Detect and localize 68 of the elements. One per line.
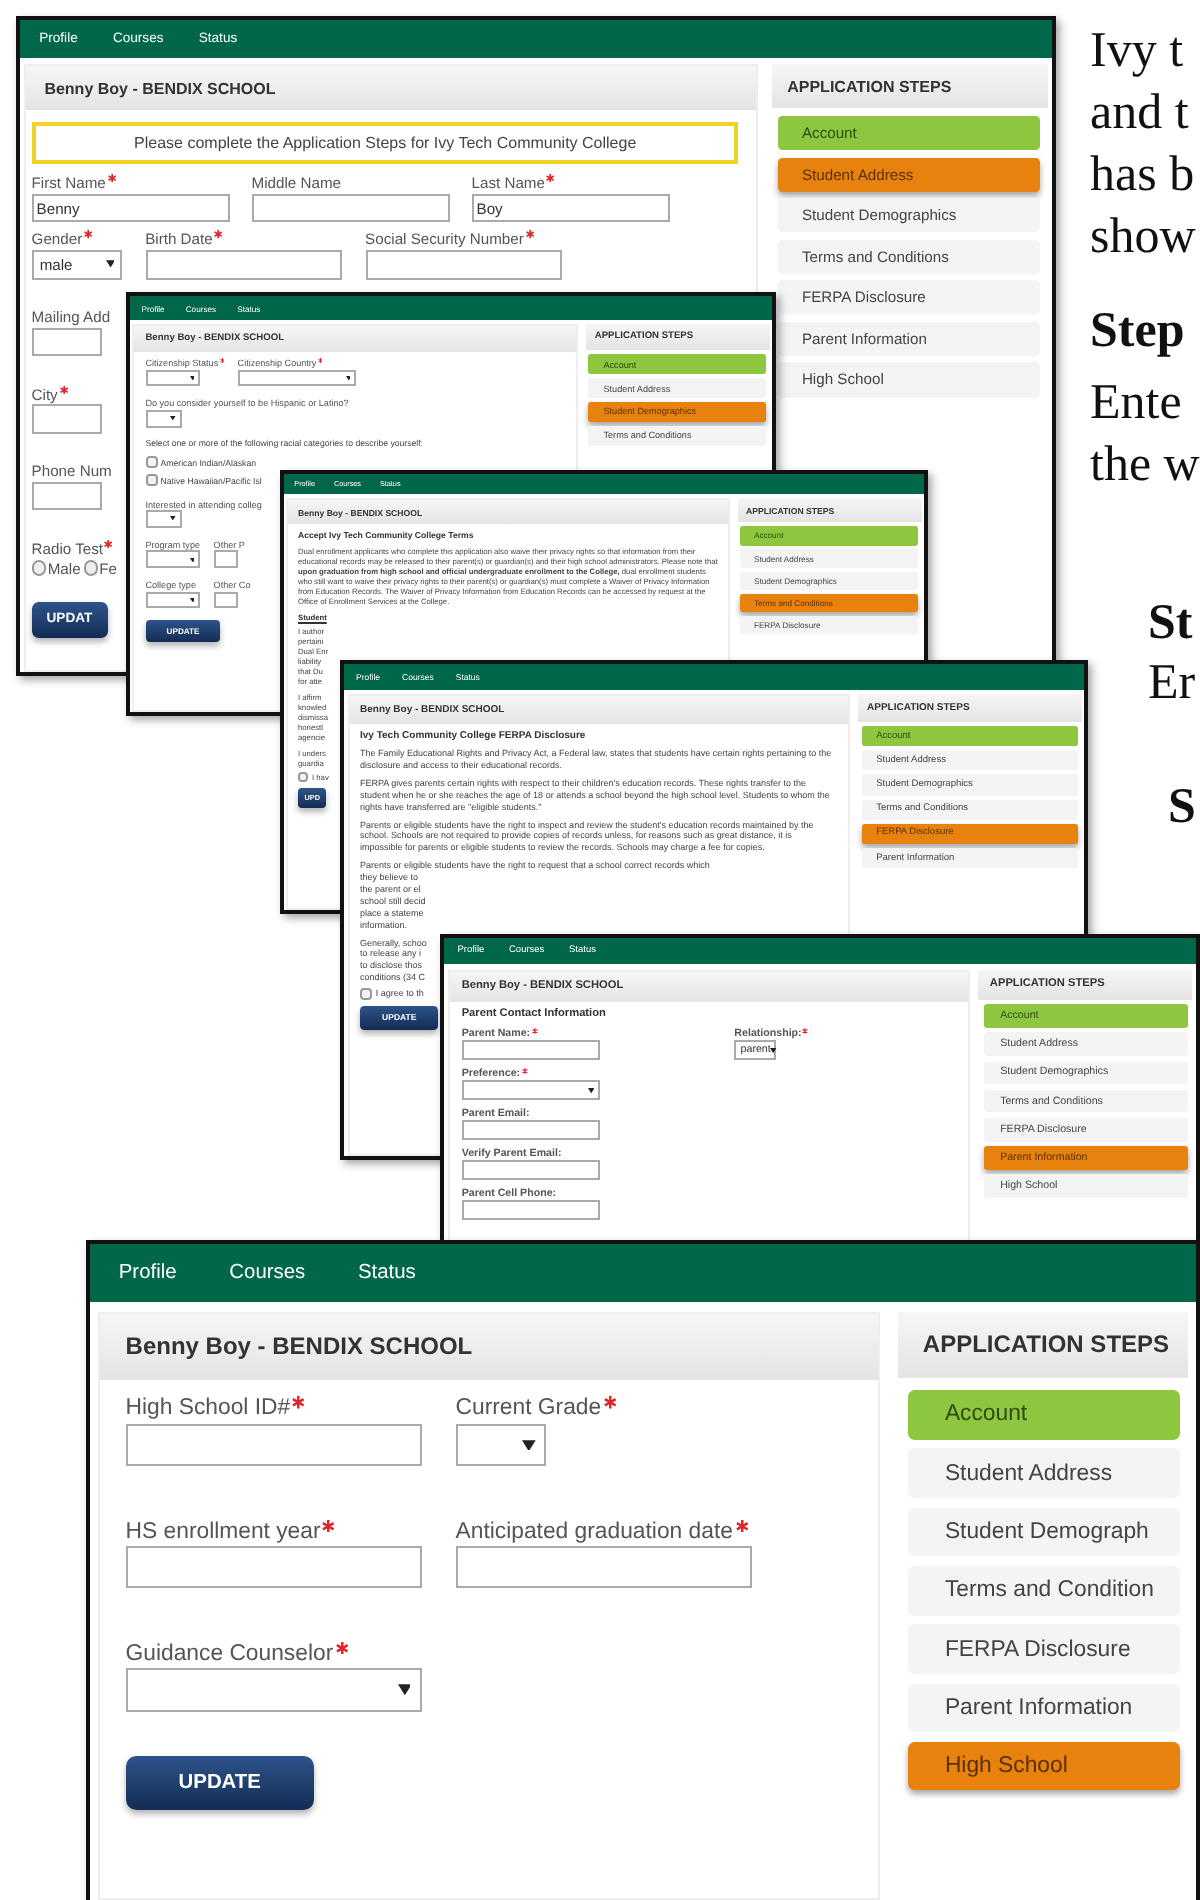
panel-title: APPLICATION STEPS	[771, 64, 1048, 108]
update-button[interactable]: UPDATE	[125, 1756, 314, 1811]
nav-link[interactable]: Profile	[118, 1262, 177, 1284]
field-label: Guidance Counselor	[125, 1641, 334, 1666]
step-item[interactable]: Terms and Condition	[908, 1565, 1180, 1615]
dropdown[interactable]	[237, 369, 357, 387]
panel-title: APPLICATION STEPS	[898, 1311, 1189, 1378]
document-text: Er	[1148, 654, 1196, 714]
document-text: Ente the w	[1090, 374, 1200, 496]
dropdown[interactable]	[455, 1423, 547, 1467]
dropdown[interactable]	[125, 1668, 422, 1712]
caret-icon	[189, 597, 195, 603]
caret-icon	[189, 557, 195, 562]
caret-icon	[189, 375, 195, 381]
caret-icon	[105, 260, 115, 269]
notice-banner: Please complete the Application Steps for Ivy Tech Community College	[31, 121, 739, 164]
text-field[interactable]	[455, 1545, 752, 1589]
step-item[interactable]: Parent Information	[908, 1683, 1180, 1733]
field-label: High School ID#	[125, 1396, 291, 1421]
radio-button[interactable]	[83, 560, 99, 577]
field-label: Anticipated graduation date	[455, 1519, 733, 1544]
text-field[interactable]	[125, 1423, 422, 1467]
document-heading: S	[1168, 778, 1196, 838]
panel-title: Benny Boy - BENDIX SCHOOL	[26, 66, 757, 110]
checkbox[interactable]	[145, 474, 158, 487]
checkbox[interactable]	[360, 987, 373, 1000]
text-field[interactable]	[145, 250, 343, 280]
step-item[interactable]: Student Demograph	[908, 1507, 1180, 1557]
caret-icon	[587, 1088, 594, 1094]
text-field[interactable]	[461, 1120, 600, 1141]
document-heading: Step	[1090, 302, 1185, 362]
step-item[interactable]: High School	[908, 1741, 1180, 1791]
text-field[interactable]	[31, 482, 102, 511]
panel-title: Benny Boy - BENDIX SCHOOL	[99, 1313, 878, 1380]
caret-icon	[770, 1048, 778, 1054]
caret-icon	[521, 1439, 536, 1451]
checkbox[interactable]	[298, 771, 309, 783]
text-field[interactable]	[31, 404, 102, 434]
text-field[interactable]	[125, 1545, 422, 1589]
dropdown[interactable]	[145, 369, 201, 387]
text-field[interactable]	[213, 591, 238, 609]
step-item[interactable]: FERPA Disclosure	[908, 1624, 1180, 1674]
caret-icon	[170, 416, 177, 421]
dropdown[interactable]	[461, 1080, 600, 1101]
nav-link[interactable]: Courses	[229, 1262, 306, 1284]
field-label: Current Grade	[455, 1396, 602, 1421]
dropdown[interactable]	[145, 409, 182, 428]
caret-icon	[397, 1684, 411, 1696]
text-field[interactable]	[31, 327, 102, 357]
field-label: HS enrollment year	[125, 1519, 321, 1544]
caret-icon	[170, 516, 177, 521]
radio-button[interactable]	[31, 560, 47, 577]
dropdown[interactable]	[145, 591, 201, 609]
document-heading: St	[1148, 594, 1193, 654]
document-text: Ivy t and t has b show	[1090, 22, 1196, 268]
step-item[interactable]: Student Address	[908, 1448, 1180, 1498]
checkbox[interactable]	[145, 456, 158, 469]
dropdown[interactable]	[145, 509, 182, 528]
text-field[interactable]	[461, 1040, 600, 1061]
step-item[interactable]: Account	[908, 1389, 1180, 1440]
nav-link[interactable]: Status	[358, 1262, 416, 1284]
text-field[interactable]	[213, 550, 238, 568]
dropdown[interactable]	[145, 550, 201, 568]
text-field[interactable]	[461, 1200, 600, 1221]
text-field[interactable]	[461, 1160, 600, 1181]
caret-icon	[345, 375, 351, 381]
text-field[interactable]	[365, 250, 563, 280]
text-field[interactable]	[251, 193, 450, 223]
